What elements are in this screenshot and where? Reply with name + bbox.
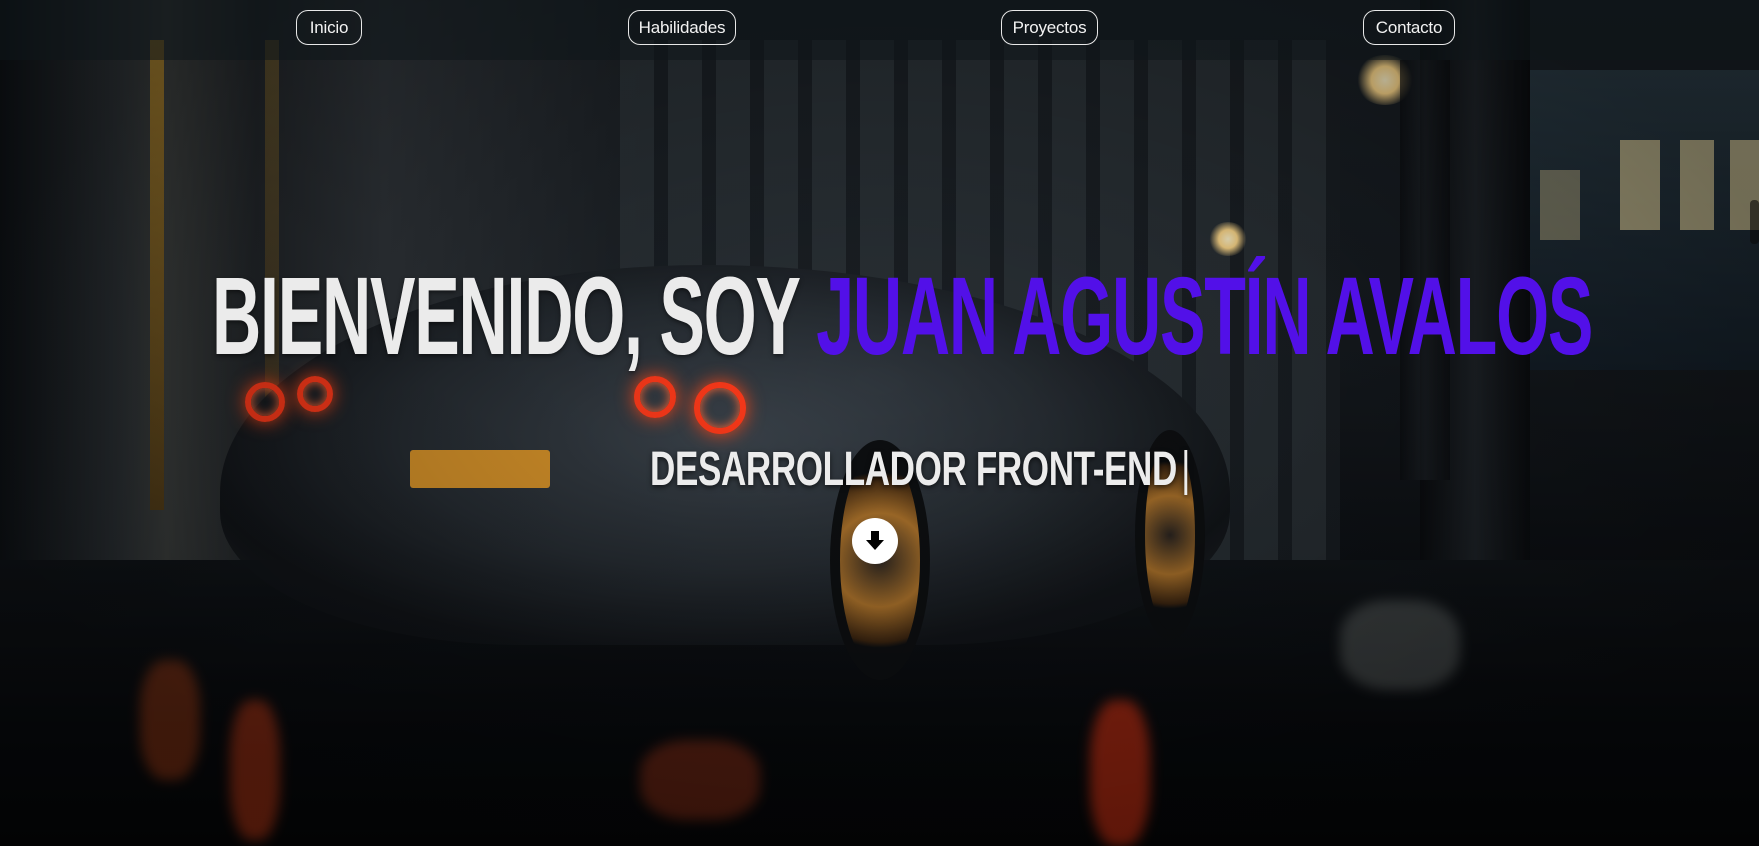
top-navbar: Inicio Habilidades Proyectos Contacto — [0, 0, 1759, 60]
typing-cursor: | — [1181, 443, 1191, 496]
hero-name: JUAN AGUSTÍN AVALOS — [816, 255, 1593, 378]
hero-greeting: BIENVENIDO, SOY — [212, 255, 817, 378]
nav-link-inicio[interactable]: Inicio — [296, 10, 362, 45]
nav-link-habilidades[interactable]: Habilidades — [628, 10, 736, 45]
nav-link-proyectos[interactable]: Proyectos — [1001, 10, 1098, 45]
hero-role-text: DESARROLLADOR FRONT-END — [650, 443, 1177, 496]
hero-role-subtitle: DESARROLLADOR FRONT-END| — [650, 442, 1190, 498]
download-arrow-icon — [866, 531, 884, 550]
hero-title: BIENVENIDO, SOY JUAN AGUSTÍN AVALOS — [212, 262, 1593, 382]
background-street-car-image — [0, 0, 1759, 846]
portfolio-page: Inicio Habilidades Proyectos Contacto BI… — [0, 0, 1759, 846]
scrollbar-thumb[interactable] — [1750, 200, 1759, 244]
nav-link-contacto[interactable]: Contacto — [1363, 10, 1455, 45]
download-button[interactable] — [852, 518, 898, 564]
